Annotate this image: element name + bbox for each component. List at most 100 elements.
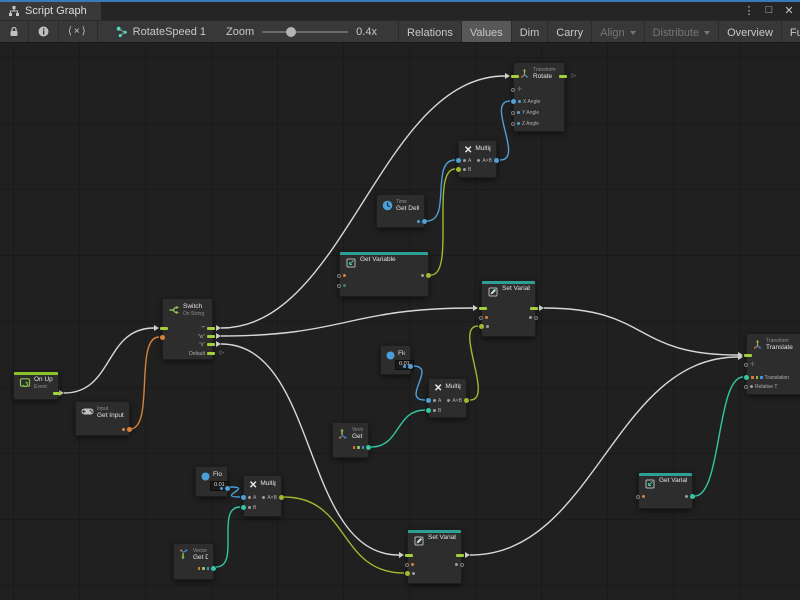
port-a-b[interactable]: A×B [447, 397, 469, 404]
port[interactable] [337, 272, 346, 279]
port[interactable] [405, 570, 415, 577]
port[interactable] [53, 390, 61, 397]
port-a[interactable]: A [426, 397, 441, 404]
port[interactable] [636, 493, 645, 500]
node-title: Translate [766, 344, 793, 352]
toolbar-button-full-screen[interactable]: Full Screen [781, 21, 800, 43]
toolbar-button-relations[interactable]: Relations [398, 21, 461, 43]
node-set-variable-top[interactable]: Set Variable [481, 280, 536, 337]
port--[interactable]: "" [201, 325, 215, 332]
port[interactable] [530, 305, 538, 312]
port[interactable] [220, 485, 230, 492]
node-switch-on-string[interactable]: SwitchOn String"""w""s"Default▷ [162, 298, 213, 360]
node-get-down[interactable]: Vector 3Get Down [173, 543, 214, 580]
wire-input-string-to-switch[interactable] [130, 337, 159, 429]
wire-multiply-to-set-variable-value[interactable] [284, 497, 404, 573]
port[interactable] [353, 444, 372, 451]
port[interactable] [198, 565, 217, 572]
port--w-[interactable]: "w" [198, 333, 215, 340]
node-get-variable-top[interactable]: Get Variable [339, 251, 429, 297]
node-multiply-bottom[interactable]: ✕MultiplyAA×BB [243, 475, 282, 517]
port[interactable] [160, 334, 165, 341]
toolbar-button-distribute[interactable]: Distribute [644, 21, 718, 43]
port[interactable] [122, 426, 132, 433]
port-x-angle[interactable]: X Angle [511, 98, 540, 105]
graph-canvas[interactable]: On UpdateEventInputGet Input StringSwitc… [0, 43, 800, 600]
port[interactable] [405, 552, 413, 559]
toolbar-button-dim[interactable]: Dim [511, 21, 548, 43]
port[interactable] [685, 493, 695, 500]
graph-reference[interactable]: RotateSpeed 1 [106, 21, 216, 42]
port-z-angle[interactable]: Z Angle [511, 120, 539, 127]
node-multiply-mid[interactable]: ✕MultiplyAA×BB [428, 378, 467, 418]
port[interactable]: ▷ [559, 73, 567, 80]
toolbar-button-overview[interactable]: Overview [718, 21, 781, 43]
wire-switch-case2-to-set-variable-top[interactable] [221, 308, 473, 336]
port[interactable] [479, 305, 487, 312]
inspect-button[interactable] [29, 21, 59, 42]
port[interactable] [479, 314, 488, 321]
wire-multiply-to-rotate-x-angle[interactable] [500, 101, 510, 160]
node-float-mid[interactable]: Float0.01 [380, 345, 411, 375]
wire-float-to-multiply-a[interactable] [230, 487, 240, 497]
port[interactable] [479, 323, 489, 330]
node-get-delta-time[interactable]: TimeGet Delta Time [376, 194, 425, 228]
port[interactable]: ✛ [744, 361, 755, 368]
wire-delta-time-to-multiply-a[interactable] [427, 160, 455, 221]
port-translation[interactable]: Translation [744, 374, 789, 381]
port[interactable] [511, 73, 519, 80]
toolbar-button-carry[interactable]: Carry [547, 21, 591, 43]
port[interactable] [456, 552, 464, 559]
port[interactable] [417, 218, 427, 225]
wire-multiply-to-set-variable-value[interactable] [470, 326, 479, 400]
port[interactable] [337, 282, 346, 289]
maximize-button[interactable]: □ [762, 4, 776, 16]
port-a-b[interactable]: A×B [262, 494, 284, 501]
node-set-variable-bottom[interactable]: Set Variable [407, 529, 462, 584]
port-a[interactable]: A [241, 494, 256, 501]
zoom-slider-thumb[interactable] [286, 27, 296, 37]
port[interactable] [529, 314, 538, 321]
port[interactable]: ✛ [511, 86, 522, 93]
port-b[interactable]: B [456, 166, 471, 173]
close-button[interactable]: ✕ [782, 4, 796, 17]
port-b[interactable]: B [426, 407, 441, 414]
more-menu-button[interactable]: ⋮ [742, 4, 756, 17]
node-get-variable-bottom[interactable]: Get Variable [638, 472, 693, 509]
zoom-fit-button[interactable]: ⟨×⟩ [59, 21, 98, 42]
wire-get-variable-to-multiply-b[interactable] [431, 169, 455, 275]
node-translate[interactable]: TransformTranslate✛TranslationRelative T [746, 333, 800, 395]
lock-button[interactable] [0, 21, 29, 42]
wire-get-down-to-multiply-b[interactable] [216, 507, 240, 567]
port[interactable] [160, 325, 168, 332]
wire-set-variable-top-to-translate[interactable] [544, 308, 738, 355]
port[interactable] [403, 363, 413, 370]
toolbar-button-align[interactable]: Align [591, 21, 643, 43]
port[interactable] [405, 561, 414, 568]
node-on-update[interactable]: On UpdateEvent [13, 371, 59, 400]
port[interactable] [744, 352, 752, 359]
port[interactable] [455, 561, 464, 568]
wire-get-variable-to-translate-translation[interactable] [695, 377, 743, 496]
wire-set-variable-bottom-to-translate[interactable] [470, 357, 738, 555]
port-b[interactable]: B [241, 504, 256, 511]
port-a-b[interactable]: A×B [477, 157, 499, 164]
port-relative-t[interactable]: Relative T [744, 383, 777, 390]
node-float-bottom[interactable]: Float0.01 [195, 466, 228, 497]
port-y-angle[interactable]: Y Angle [511, 109, 539, 116]
wire-get-up-to-multiply-b[interactable] [371, 410, 425, 447]
port-default[interactable]: Default▷ [189, 350, 215, 357]
wire-switch-case3-to-set-variable-bottom[interactable] [221, 344, 399, 555]
port-a[interactable]: A [456, 157, 471, 164]
tab-script-graph[interactable]: Script Graph [0, 0, 101, 20]
node-multiply-top[interactable]: ✕MultiplyAA×BB [458, 140, 497, 178]
node-get-input-string[interactable]: InputGet Input String [75, 401, 130, 436]
wire-float-to-multiply-a[interactable] [413, 366, 425, 400]
port--s-[interactable]: "s" [199, 341, 215, 348]
node-get-up[interactable]: Vector 3Get Up [332, 422, 369, 458]
node-rotate[interactable]: TransformRotate▷✛X AngleY AngleZ Angle [513, 62, 565, 132]
wire-on-update-to-switch[interactable] [64, 328, 154, 393]
port[interactable] [421, 272, 431, 279]
toolbar-button-values[interactable]: Values [461, 21, 511, 43]
zoom-slider[interactable] [262, 31, 348, 33]
